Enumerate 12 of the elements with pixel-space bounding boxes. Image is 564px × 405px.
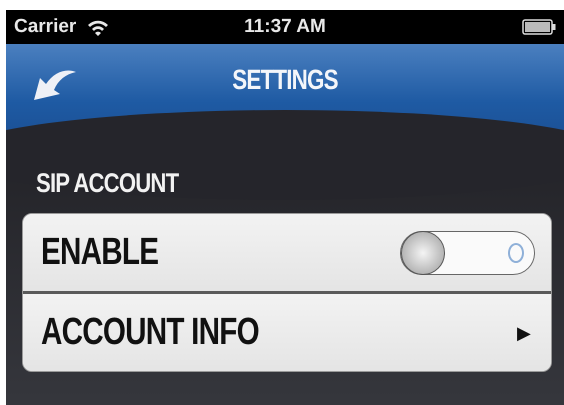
toggle-switch[interactable]	[400, 230, 535, 274]
settings-row[interactable]: ENABLE	[23, 214, 551, 291]
settings-row[interactable]: ACCOUNT INFO ▶	[23, 291, 551, 371]
disclosure-arrow: ▶	[517, 322, 531, 344]
row-label: ENABLE	[41, 231, 158, 274]
status-time: 11:37 AM	[244, 16, 326, 38]
section-title: SIP ACCOUNT	[36, 168, 178, 199]
row-label: ACCOUNT INFO	[41, 311, 259, 354]
wifi-icon	[86, 18, 110, 36]
carrier-label: Carrier	[14, 16, 76, 38]
battery-icon	[522, 19, 556, 35]
nav-title: SETTINGS	[232, 64, 338, 96]
